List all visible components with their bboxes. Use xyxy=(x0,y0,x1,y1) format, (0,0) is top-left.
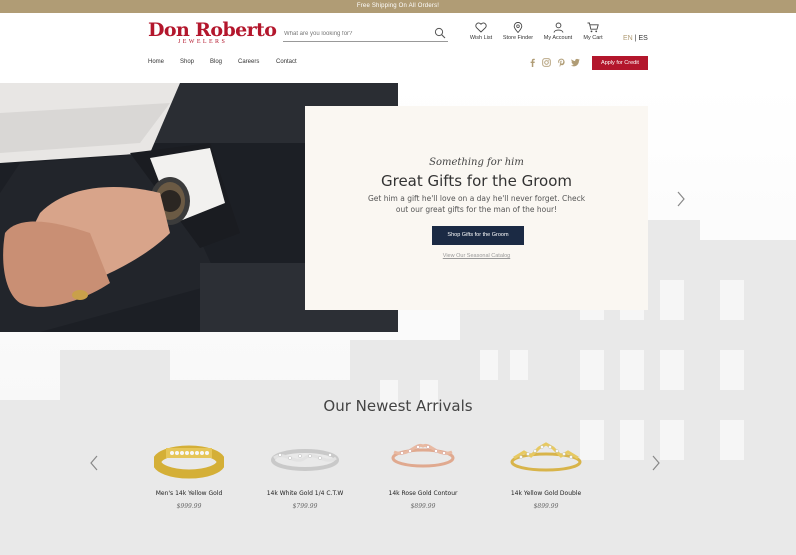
lang-separator: | xyxy=(634,35,637,42)
hero-script-text: Something for him xyxy=(429,157,524,168)
twitter-icon[interactable] xyxy=(571,58,580,67)
pinterest-icon[interactable] xyxy=(557,58,566,67)
product-image[interactable] xyxy=(250,436,360,484)
lang-en[interactable]: EN xyxy=(623,35,633,42)
newest-arrivals-title: Our Newest Arrivals xyxy=(323,397,473,415)
promo-bar: Free Shipping On All Orders! xyxy=(0,0,796,13)
product-card[interactable]: 14k Yellow Gold Double $899.99 xyxy=(491,436,601,510)
product-card[interactable]: 14k Rose Gold Contour $899.99 xyxy=(368,436,478,510)
map-pin-icon xyxy=(513,22,523,33)
my-account-button[interactable]: My Account xyxy=(538,22,578,41)
footer-divider xyxy=(0,551,796,555)
wish-list-button[interactable]: Wish List xyxy=(461,22,501,41)
wish-list-label: Wish List xyxy=(469,35,493,41)
nav-blog[interactable]: Blog xyxy=(210,59,222,65)
instagram-icon[interactable] xyxy=(542,58,551,67)
lang-es[interactable]: ES xyxy=(638,35,647,42)
product-name[interactable]: Men's 14k Yellow Gold xyxy=(134,490,244,497)
product-card[interactable]: Men's 14k Yellow Gold $999.99 xyxy=(134,436,244,510)
product-price: $899.99 xyxy=(410,503,436,510)
search-input[interactable] xyxy=(284,28,424,39)
apply-credit-button[interactable]: Apply for Credit xyxy=(592,56,648,70)
nav-contact[interactable]: Contact xyxy=(276,59,297,65)
search-icon[interactable] xyxy=(434,27,446,39)
product-price: $899.99 xyxy=(533,503,559,510)
product-name[interactable]: 14k Rose Gold Contour xyxy=(368,490,478,497)
product-image[interactable] xyxy=(134,436,244,484)
heart-icon xyxy=(475,22,487,33)
my-cart-button[interactable]: My Cart xyxy=(573,22,613,41)
brand-subtitle: JEWELERS xyxy=(178,39,228,45)
hero-card: Something for him Great Gifts for the Gr… xyxy=(305,106,648,310)
user-icon xyxy=(553,22,563,33)
nav-home[interactable]: Home xyxy=(148,59,164,65)
cart-icon xyxy=(587,22,599,33)
search-bar xyxy=(283,25,448,42)
store-finder-label: Store Finder xyxy=(502,35,534,41)
shop-gifts-button[interactable]: Shop Gifts for the Groom xyxy=(432,226,524,245)
seasonal-catalog-link[interactable]: View Our Seasonal Catalog xyxy=(305,253,648,259)
product-name[interactable]: 14k White Gold 1/4 C.T.W xyxy=(250,490,360,497)
product-price: $999.99 xyxy=(176,503,202,510)
my-account-label: My Account xyxy=(543,35,573,41)
hero-description: Get him a gift he'll love on a day he'll… xyxy=(367,194,586,214)
promo-text: Free Shipping On All Orders! xyxy=(356,3,440,9)
arrivals-prev-arrow-icon[interactable] xyxy=(89,455,99,471)
arrivals-next-arrow-icon[interactable] xyxy=(651,455,661,471)
nav-careers[interactable]: Careers xyxy=(238,59,259,65)
language-switcher: EN | ES xyxy=(623,35,648,42)
hero-title: Great Gifts for the Groom xyxy=(380,172,572,190)
hero-next-arrow-icon[interactable] xyxy=(676,191,686,207)
product-card[interactable]: 14k White Gold 1/4 C.T.W $799.99 xyxy=(250,436,360,510)
my-cart-label: My Cart xyxy=(583,35,603,41)
product-image[interactable] xyxy=(491,436,601,484)
product-price: $799.99 xyxy=(292,503,318,510)
store-finder-button[interactable]: Store Finder xyxy=(498,22,538,41)
brand-logo[interactable]: Don Roberto JEWELERS xyxy=(148,19,277,48)
product-image[interactable] xyxy=(368,436,478,484)
facebook-icon[interactable] xyxy=(528,58,537,67)
brand-name: Don Roberto xyxy=(148,19,277,41)
nav-shop[interactable]: Shop xyxy=(180,59,194,65)
product-name[interactable]: 14k Yellow Gold Double xyxy=(491,490,601,497)
